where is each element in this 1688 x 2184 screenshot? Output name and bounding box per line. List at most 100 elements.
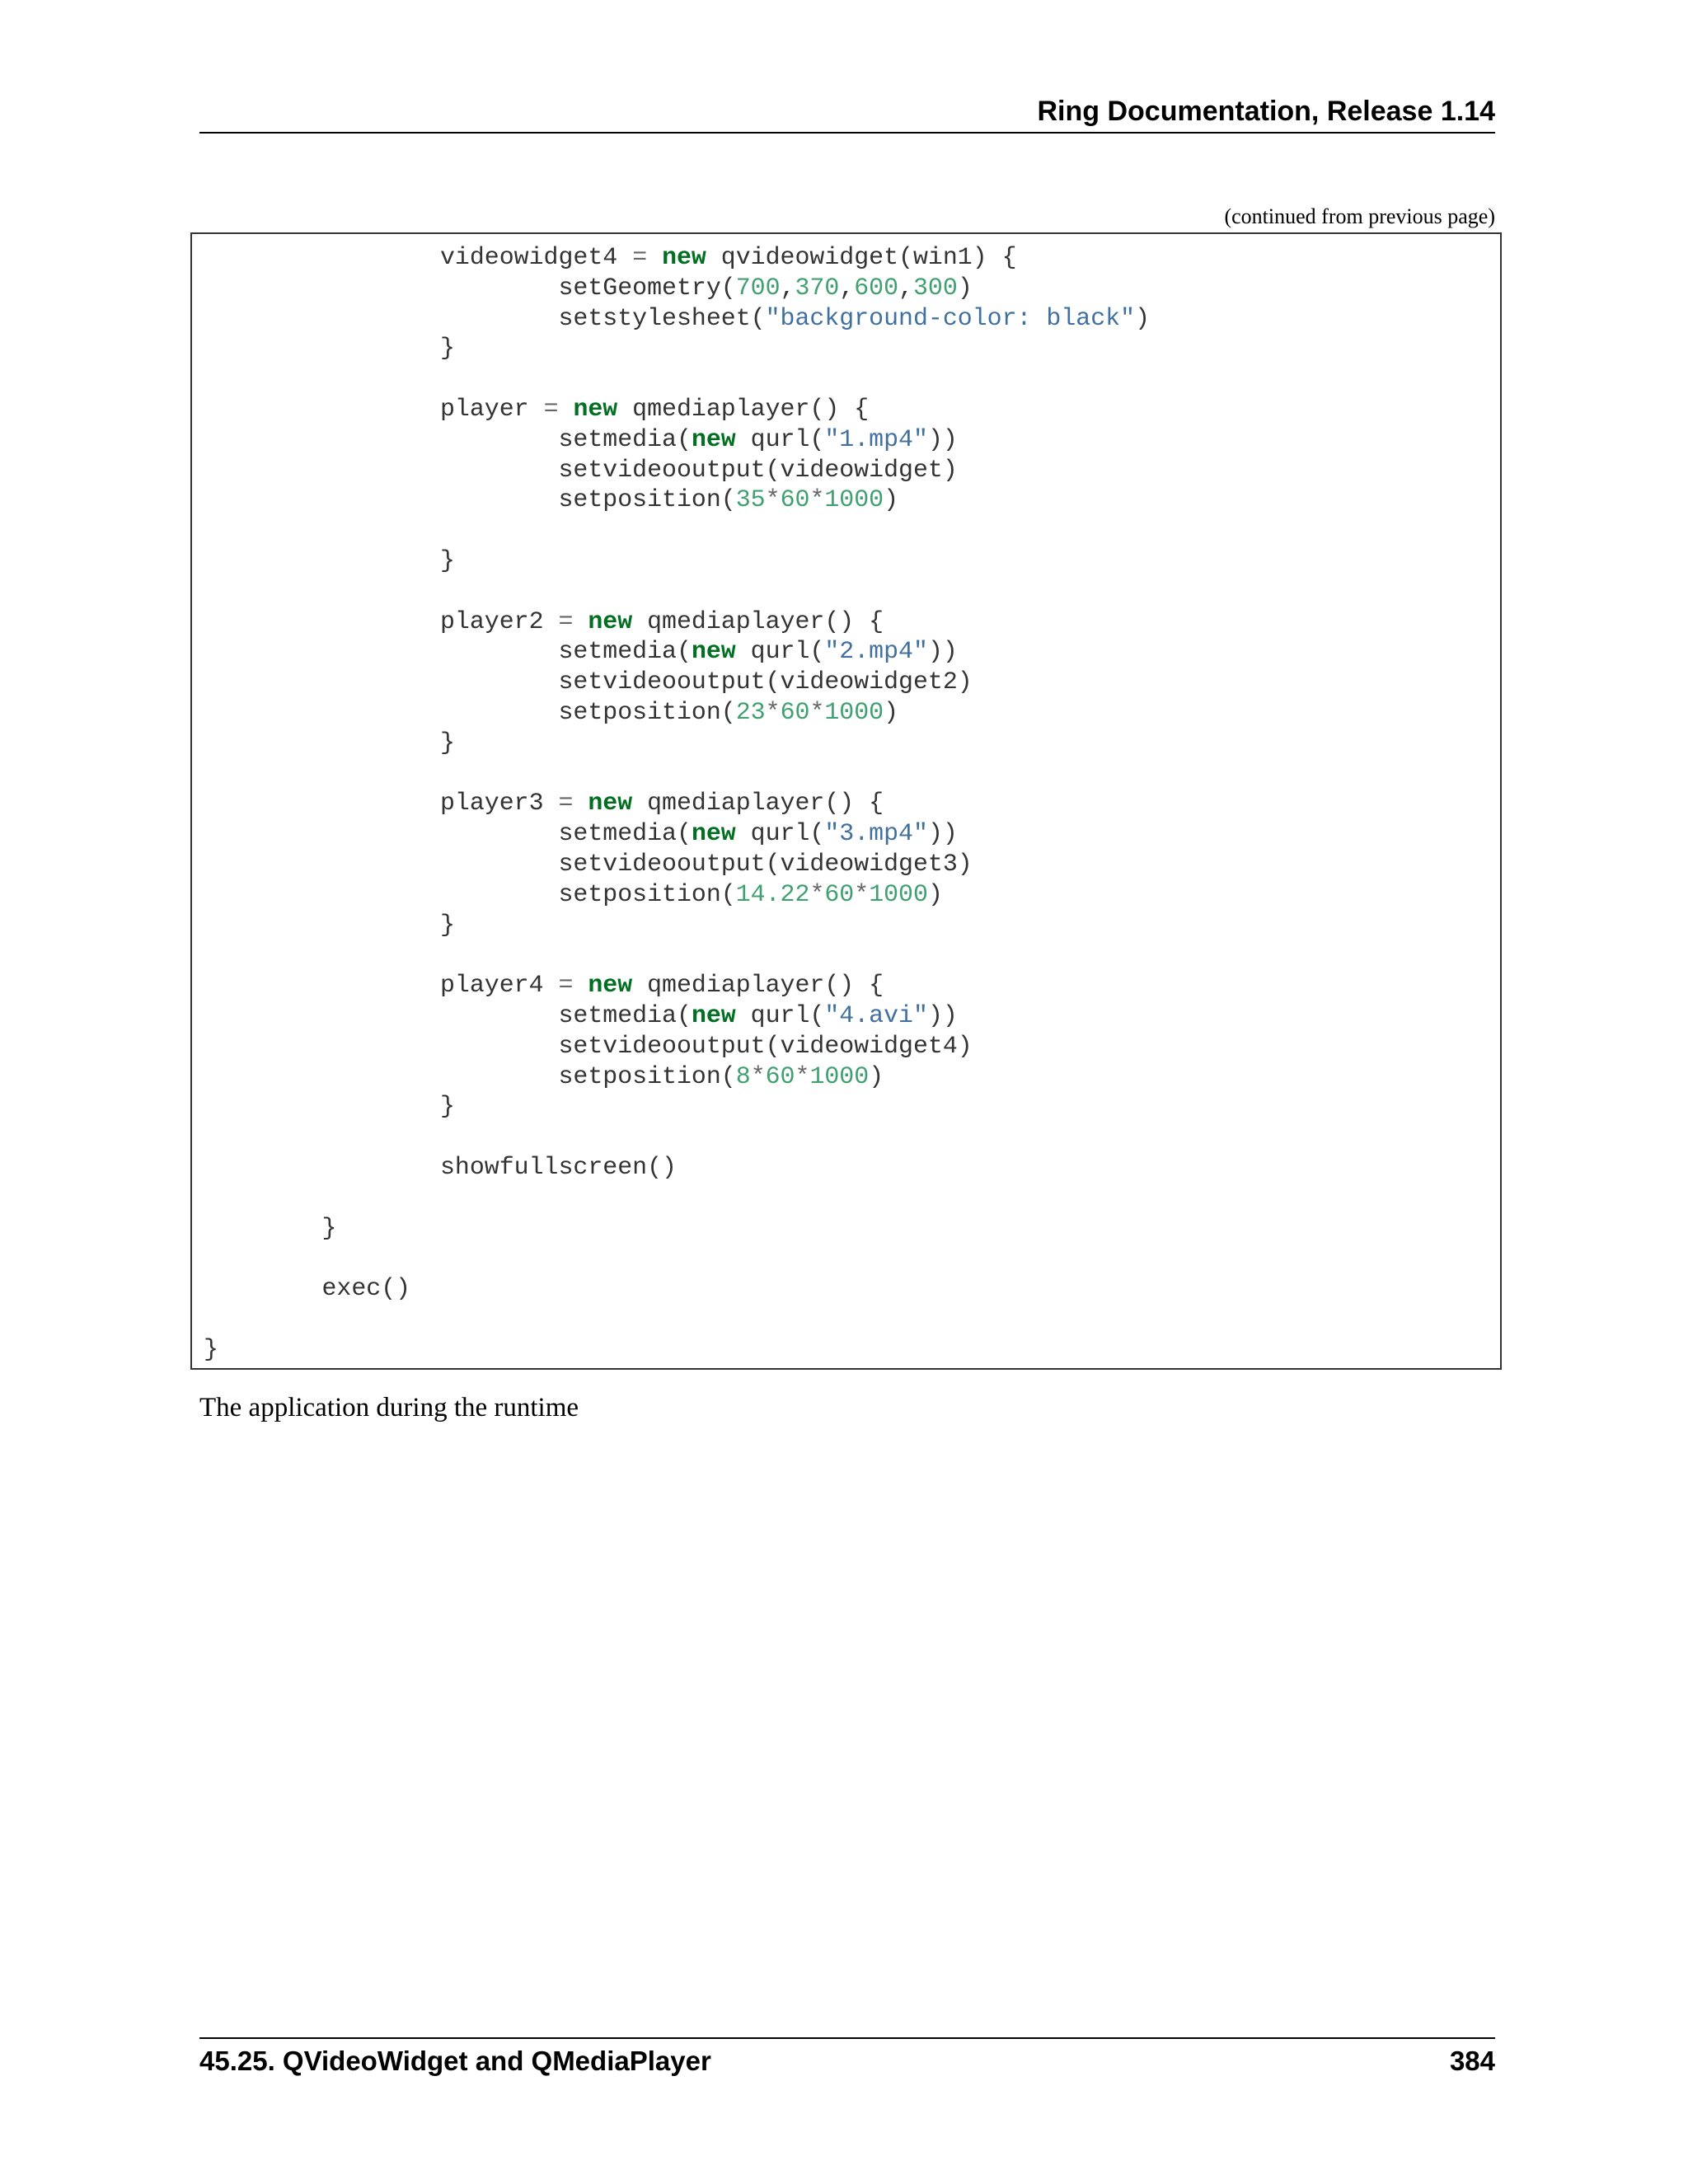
code-line: setposition(23*60*1000) (204, 697, 1150, 728)
code-block: videowidget4 = new qvideowidget(win1) { … (190, 232, 1502, 1370)
code-token: qvideowidget(win1) { (706, 243, 1017, 271)
code-token: ) (1135, 303, 1150, 332)
code-token: setposition( (204, 1062, 736, 1090)
code-token: new (662, 243, 706, 271)
code-token: * (765, 697, 781, 726)
code-line: player = new qmediaplayer() { (204, 394, 1150, 424)
code-token: qmediaplayer() { (632, 789, 884, 818)
code-token: setposition( (204, 697, 736, 726)
code-token: 1000 (824, 485, 884, 514)
code-line: setstylesheet("background-color: black") (204, 303, 1150, 334)
code-token: setmedia( (204, 637, 692, 666)
code-token: setvideooutput(videowidget2) (204, 668, 973, 696)
code-token: 300 (913, 273, 958, 302)
code-token: qmediaplayer() { (632, 607, 884, 635)
code-token: = (632, 243, 648, 271)
code-token: , (780, 273, 795, 302)
code-line: setGeometry(700,370,600,300) (204, 273, 1150, 303)
code-token: qmediaplayer() { (632, 971, 884, 1000)
code-token: 370 (795, 273, 840, 302)
code-token: = (558, 789, 574, 818)
code-token: , (839, 273, 855, 302)
code-token: qurl( (735, 424, 825, 453)
code-line: } (204, 1091, 1150, 1122)
code-token: * (765, 485, 781, 514)
code-line: setvideooutput(videowidget3) (204, 849, 1150, 879)
code-token: qmediaplayer() { (617, 394, 870, 423)
caption-paragraph: The application during the runtime (199, 1393, 579, 1422)
code-token: = (558, 607, 574, 635)
code-token: showfullscreen() (204, 1152, 677, 1181)
code-token: * (795, 1062, 810, 1090)
code-line: exec() (204, 1273, 1150, 1304)
code-line: player4 = new qmediaplayer() { (204, 970, 1150, 1001)
page-header: Ring Documentation, Release 1.14 (199, 91, 1495, 134)
code-line: setposition(14.22*60*1000) (204, 879, 1150, 910)
code-token: )) (927, 1001, 958, 1029)
code-line: setvideooutput(videowidget4) (204, 1031, 1150, 1062)
code-token: } (204, 1092, 455, 1121)
code-token: 60 (780, 697, 810, 726)
code-token: * (750, 1062, 766, 1090)
code-token: player2 (204, 607, 559, 635)
code-token: } (204, 728, 455, 757)
code-line: } (204, 333, 1150, 363)
code-line: videowidget4 = new qvideowidget(win1) { (204, 242, 1150, 273)
code-token: new (691, 1001, 736, 1029)
code-listing: videowidget4 = new qvideowidget(win1) { … (204, 242, 1150, 1364)
code-line: setposition(35*60*1000) (204, 485, 1150, 515)
code-line: showfullscreen() (204, 1152, 1150, 1183)
code-line: setmedia(new qurl("2.mp4")) (204, 636, 1150, 667)
code-token: 700 (735, 273, 781, 302)
code-token: 60 (780, 485, 810, 514)
code-token: player4 (204, 971, 559, 1000)
code-token: setGeometry( (204, 273, 736, 302)
code-token: setposition( (204, 879, 736, 908)
code-token: "4.avi" (824, 1001, 928, 1029)
code-token: new (691, 424, 736, 453)
code-token: setmedia( (204, 1001, 692, 1029)
document-title: Ring Documentation, Release 1.14 (1037, 96, 1496, 127)
code-token: 35 (735, 485, 766, 514)
code-line: setposition(8*60*1000) (204, 1062, 1150, 1092)
code-token: player (204, 394, 544, 423)
code-token: videowidget4 (204, 243, 633, 271)
code-token: 8 (735, 1062, 751, 1090)
code-token: = (543, 394, 559, 423)
code-token: * (809, 697, 825, 726)
code-token: = (558, 971, 574, 1000)
code-line: setmedia(new qurl("1.mp4")) (204, 424, 1150, 455)
code-line: setvideooutput(videowidget2) (204, 667, 1150, 697)
code-line: setvideooutput(videowidget) (204, 455, 1150, 485)
code-line: setmedia(new qurl("4.avi")) (204, 1001, 1150, 1031)
code-token: new (588, 971, 633, 1000)
code-token: } (204, 546, 455, 574)
code-token: new (691, 819, 736, 848)
code-token: qurl( (735, 637, 825, 666)
code-token: )) (927, 819, 958, 848)
code-token: } (204, 1334, 218, 1363)
code-token: } (204, 910, 455, 939)
code-token: , (898, 273, 913, 302)
code-line: } (204, 546, 1150, 576)
code-token: new (691, 637, 736, 666)
code-token: setvideooutput(videowidget3) (204, 849, 973, 878)
code-line: } (204, 1213, 1150, 1244)
code-token: "1.mp4" (824, 424, 928, 453)
code-token: ) (869, 1062, 884, 1090)
code-token: )) (927, 424, 958, 453)
code-token: * (809, 485, 825, 514)
footer-section-title: 45.25. QVideoWidget and QMediaPlayer (199, 2046, 711, 2076)
code-token: 1000 (869, 879, 928, 908)
code-token: exec() (204, 1274, 411, 1303)
code-token: setmedia( (204, 819, 692, 848)
